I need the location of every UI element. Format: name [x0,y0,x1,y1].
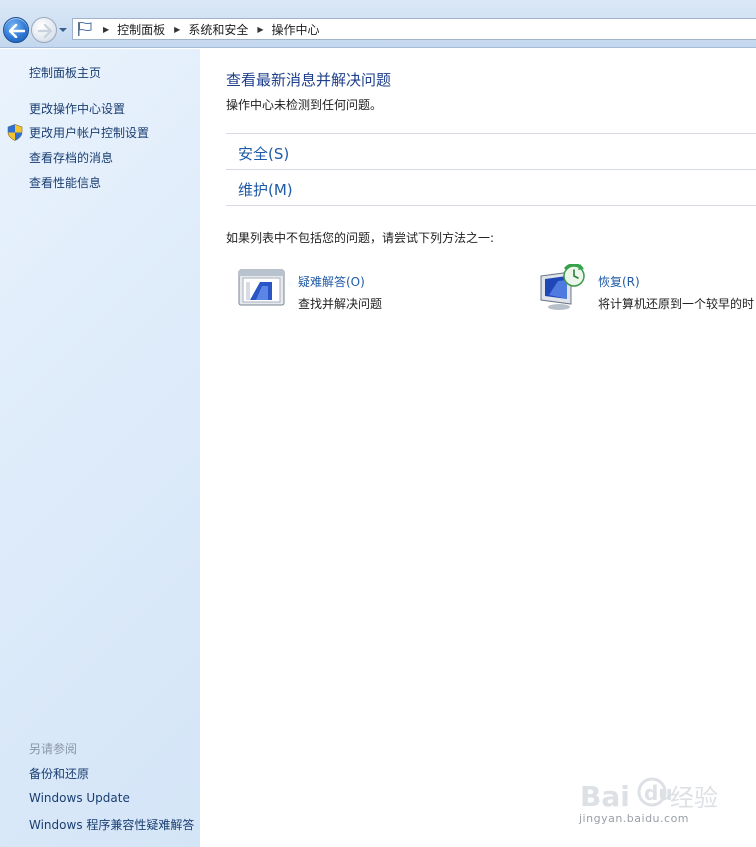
breadcrumb-system-security[interactable]: 系统和安全 [188,21,248,38]
address-box[interactable]: ▶ 控制面板 ▶ 系统和安全 ▶ 操作中心 [72,18,756,40]
breadcrumb-separator-icon[interactable]: ▶ [103,25,109,34]
view-archived-messages-link[interactable]: 查看存档的消息 [29,149,113,166]
maintenance-section-header[interactable]: 维护(M) [238,179,293,200]
left-navigation-pane: 控制面板主页 更改操作中心设置 更改用户帐户控制设置 查看存档的消息 查看性能信… [0,49,200,847]
svg-text:经验: 经验 [670,784,718,812]
breadcrumb-separator-icon[interactable]: ▶ [174,25,180,34]
change-action-center-settings-link[interactable]: 更改操作中心设置 [29,100,125,117]
section-divider [226,205,756,206]
troubleshooting-link[interactable]: 疑难解答(O) [298,273,365,290]
backup-restore-link[interactable]: 备份和还原 [29,765,89,782]
troubleshooting-description: 查找并解决问题 [298,297,383,311]
recovery-link[interactable]: 恢复(R) [598,273,640,290]
page-title: 查看最新消息并解决问题 [226,71,392,89]
back-button[interactable] [3,17,29,43]
watermark-url: jingyan.baidu.com [579,812,690,825]
security-section-header[interactable]: 安全(S) [238,143,289,164]
recent-pages-dropdown-icon[interactable] [58,26,68,34]
see-also-heading: 另请参阅 [29,742,78,756]
svg-text:Bai: Bai [580,780,630,813]
back-arrow-icon [9,24,25,38]
change-uac-settings-link[interactable]: 更改用户帐户控制设置 [29,124,149,141]
recovery-icon[interactable] [538,264,588,312]
action-center-flag-icon [78,21,92,36]
section-divider [226,169,756,170]
uac-shield-icon [7,124,23,141]
view-performance-info-link[interactable]: 查看性能信息 [29,174,101,191]
address-bar-area: ▶ 控制面板 ▶ 系统和安全 ▶ 操作中心 [0,0,756,48]
control-panel-home-link[interactable]: 控制面板主页 [29,64,101,81]
program-compatibility-troubleshooter-link[interactable]: Windows 程序兼容性疑难解答 [29,816,194,833]
forward-button[interactable] [31,17,57,43]
breadcrumb-separator-icon[interactable]: ▶ [257,25,263,34]
troubleshoot-icon[interactable] [238,268,286,308]
breadcrumb-action-center[interactable]: 操作中心 [272,21,320,38]
recovery-description: 将计算机还原到一个较早的时 [598,297,755,311]
forward-arrow-icon [38,24,52,38]
breadcrumb-control-panel[interactable]: 控制面板 [117,21,165,38]
section-divider [226,133,756,134]
alternatives-hint: 如果列表中不包括您的问题，请尝试下列方法之一: [226,231,495,245]
page-subtitle: 操作中心未检测到任何问题。 [226,98,383,112]
svg-text:du: du [644,781,673,805]
windows-update-link[interactable]: Windows Update [29,791,130,805]
